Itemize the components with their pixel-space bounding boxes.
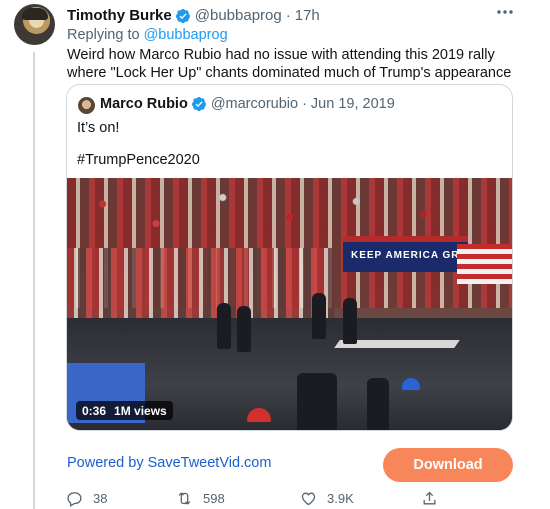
video-duration: 0:36	[82, 403, 107, 418]
video-person	[237, 306, 251, 352]
retweet-icon	[178, 492, 191, 505]
video-flag	[457, 244, 512, 284]
like-button[interactable]: 3.9K	[300, 490, 354, 507]
like-icon	[301, 492, 316, 506]
quoted-text-line1: It’s on!	[77, 120, 120, 136]
reply-icon	[67, 492, 82, 507]
video-person	[297, 373, 337, 430]
video-person	[217, 303, 231, 349]
video-cap	[402, 378, 420, 390]
replying-to: Replying to @bubbaprog	[67, 27, 228, 43]
quoted-handle: @marcorubio	[210, 96, 299, 112]
like-count: 3.9K	[327, 491, 354, 506]
retweet-button[interactable]: 598	[176, 490, 225, 507]
video-banner: KEEP AMERICA GRE	[343, 236, 468, 272]
reply-count: 38	[93, 491, 108, 506]
more-icon[interactable]	[495, 4, 515, 20]
thread-line	[33, 52, 35, 509]
video-player[interactable]: KEEP AMERICA GRE 0:36 1M views	[67, 178, 512, 430]
quoted-date: Jun 19, 2019	[310, 96, 395, 112]
avatar[interactable]	[14, 4, 55, 45]
separator-dot: ·	[302, 96, 307, 112]
video-person	[343, 298, 357, 344]
quoted-avatar	[78, 97, 95, 114]
retweet-count: 598	[203, 491, 225, 506]
banner-text: KEEP AMERICA GRE	[351, 250, 468, 261]
share-icon	[423, 491, 436, 505]
author-name[interactable]: Timothy Burke	[67, 7, 172, 24]
video-views: 1M views	[114, 403, 167, 418]
video-person	[367, 378, 389, 430]
replying-handle-link[interactable]: @bubbaprog	[144, 27, 228, 43]
video-badge: 0:36 1M views	[76, 401, 173, 420]
replying-prefix: Replying to	[67, 27, 140, 43]
separator-dot: ·	[285, 7, 291, 24]
powered-by-link[interactable]: Powered by SaveTweetVid.com	[67, 455, 271, 471]
quoted-author-name: Marco Rubio	[100, 96, 188, 112]
download-button[interactable]: Download	[383, 448, 513, 482]
tweet-time[interactable]: 17h	[295, 7, 320, 24]
quoted-tweet[interactable]: Marco Rubio @marcorubio · Jun 19, 2019 I…	[66, 84, 513, 431]
quoted-header: Marco Rubio @marcorubio · Jun 19, 2019	[100, 96, 395, 112]
share-button[interactable]	[421, 490, 448, 507]
video-person	[312, 293, 326, 339]
quoted-hashtag[interactable]: #TrumpPence2020	[77, 152, 200, 168]
reply-button[interactable]: 38	[66, 490, 107, 507]
verified-icon	[191, 96, 207, 112]
tweet-text: Weird how Marco Rubio had no issue with …	[67, 47, 512, 81]
tweet-actions: 38 598 3.9K	[66, 490, 446, 508]
video-crowd-front	[67, 248, 334, 328]
tweet-header: Timothy Burke @bubbaprog · 17h	[67, 7, 320, 24]
verified-icon	[175, 8, 191, 24]
author-handle[interactable]: @bubbaprog	[195, 7, 282, 24]
